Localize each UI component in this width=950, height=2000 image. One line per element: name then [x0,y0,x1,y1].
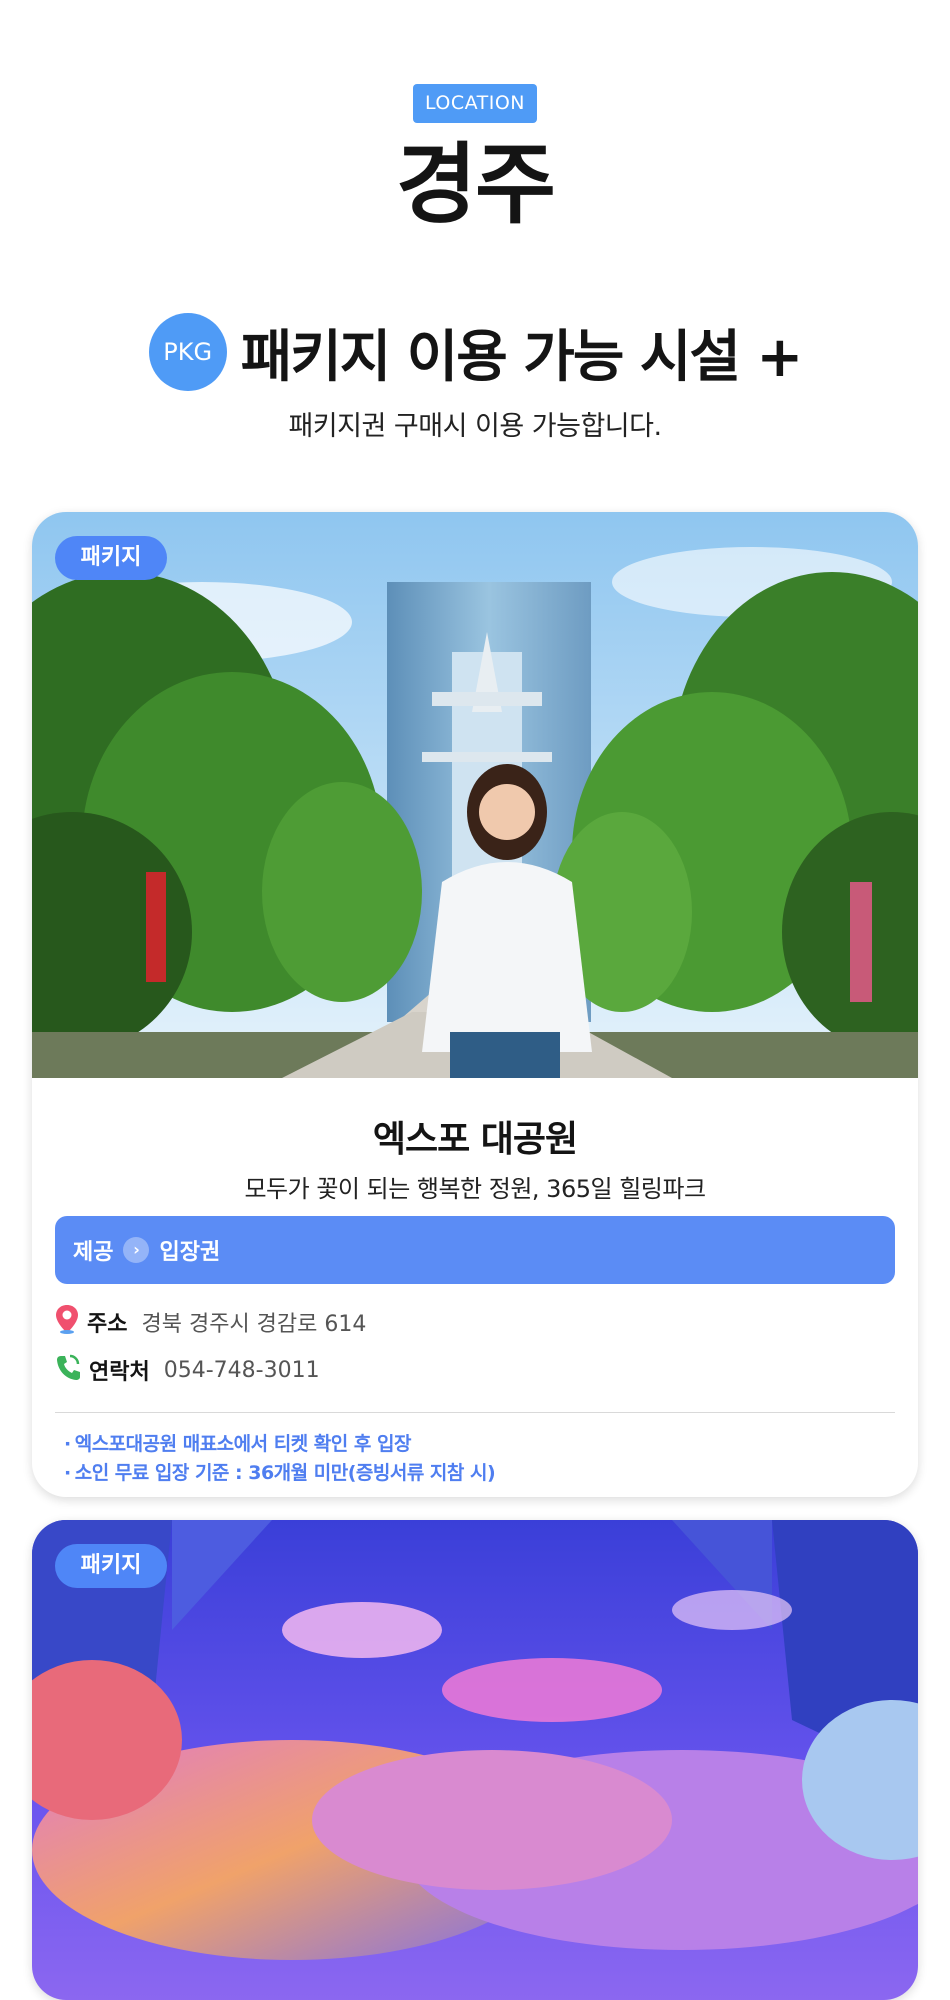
section-heading: PKG 패키지 이용 가능 시설 + [0,312,950,392]
phone-icon [55,1353,81,1387]
provide-bar: 제공 › 입장권 [55,1216,895,1284]
provide-value: 입장권 [159,1240,221,1265]
facility-card-media-art: 패키지 [32,1520,918,2000]
facility-card-expo-park: 패키지 엑스포 대공원 모두가 꽃이 되는 행복한 정원, 365일 힐링파크 … [32,512,918,1497]
location-tag: LOCATION [413,84,537,123]
address-label: 주소 [87,1312,128,1337]
venue-description: 모두가 꽃이 되는 행복한 정원, 365일 힐링파크 [244,1175,706,1203]
facility-photo: 패키지 [32,1520,918,2000]
pkg-badge: PKG [148,313,227,391]
notes-list: 엑스포대공원 매표소에서 티켓 확인 후 입장 소인 무료 입장 기준 : 36… [64,1430,884,1488]
address-row: 주소 경북 경주시 경감로 614 [55,1304,366,1340]
phone-row: 연락처 054-748-3011 [55,1352,320,1388]
note-item: 소인 무료 입장 기준 : 36개월 미만(증빙서류 지참 시) [64,1459,884,1488]
chevron-right-icon: › [123,1237,150,1263]
provide-label: 제공 [73,1240,114,1265]
section-subtitle: 패키지권 구매시 이용 가능합니다. [288,411,662,442]
facility-photo: 패키지 [32,512,918,1078]
city-title: 경주 [396,133,556,236]
phone-label: 연락처 [89,1360,150,1385]
package-badge: 패키지 [55,536,167,580]
venue-name: 엑스포 대공원 [372,1119,578,1160]
phone-number[interactable]: 054-748-3011 [164,1358,320,1383]
map-pin-icon [55,1304,79,1340]
note-item: 엑스포대공원 매표소에서 티켓 확인 후 입장 [64,1430,884,1459]
section-title: 패키지 이용 가능 시설 + [240,324,804,390]
address-value: 경북 경주시 경감로 614 [141,1312,367,1337]
package-badge: 패키지 [55,1544,167,1588]
divider [55,1412,895,1413]
